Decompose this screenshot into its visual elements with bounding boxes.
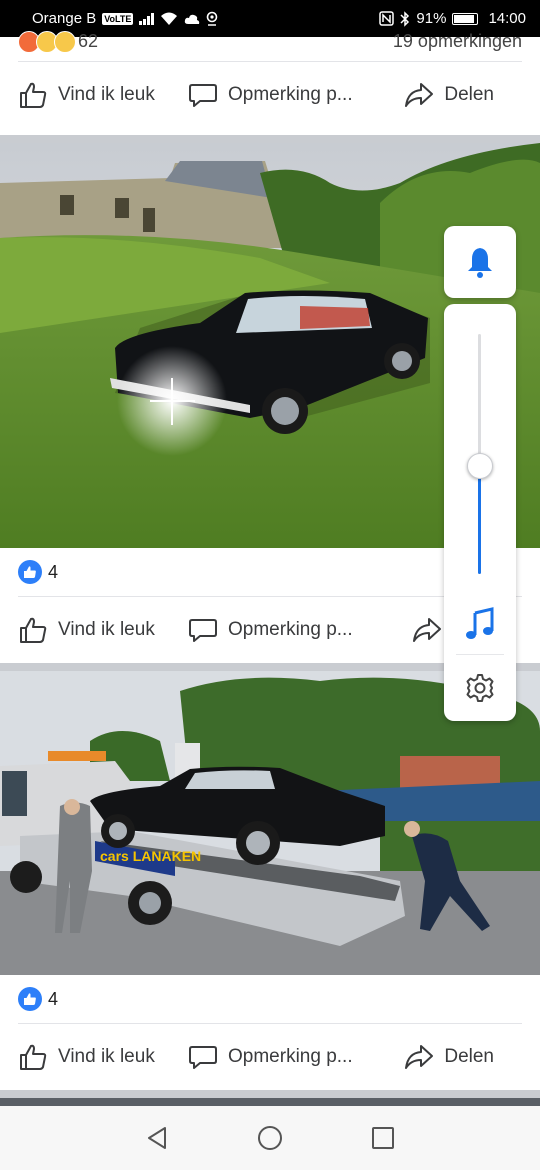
truck-logo-text: cars LANAKEN xyxy=(100,848,201,864)
like-label: Vind ik leuk xyxy=(58,84,155,105)
share-button[interactable]: Delen xyxy=(404,80,494,110)
music-note-icon xyxy=(466,607,494,639)
back-icon[interactable] xyxy=(145,1125,169,1151)
post-card-truck: cars LANAKEN 4 Vind ik leuk Opmerking p.… xyxy=(0,671,540,1090)
volume-settings-button[interactable] xyxy=(444,664,516,712)
location-icon xyxy=(207,11,218,26)
nfc-icon xyxy=(379,11,395,26)
comment-label: Opmerking p... xyxy=(228,619,353,640)
like-button[interactable]: Vind ik leuk xyxy=(18,80,188,110)
comment-button[interactable]: Opmerking p... xyxy=(188,615,388,645)
system-nav-bar xyxy=(0,1106,540,1170)
battery-icon xyxy=(452,12,479,25)
media-volume-button[interactable] xyxy=(444,599,516,649)
volte-badge: VoLTE xyxy=(102,12,134,25)
share-arrow-icon xyxy=(405,83,434,107)
volume-slider-fill xyxy=(478,466,481,574)
comment-label: Opmerking p... xyxy=(228,84,353,105)
home-icon[interactable] xyxy=(257,1125,283,1151)
reaction-count: 62 xyxy=(78,31,99,51)
volume-panel xyxy=(444,304,516,721)
like-count: 4 xyxy=(48,561,59,582)
comment-bubble-icon xyxy=(189,1046,217,1069)
share-button[interactable]: Delen xyxy=(404,1042,494,1072)
like-button[interactable]: Vind ik leuk xyxy=(18,615,188,645)
like-badge-icon xyxy=(18,560,42,584)
bluetooth-icon xyxy=(400,10,410,27)
share-arrow-icon xyxy=(413,618,441,642)
reactions-summary[interactable]: 62 19 opmerkingen xyxy=(0,31,540,53)
share-arrow-icon xyxy=(405,1045,434,1069)
thumbs-up-icon xyxy=(20,82,47,108)
divider xyxy=(456,654,504,655)
gear-icon xyxy=(466,674,494,702)
recents-icon[interactable] xyxy=(371,1126,395,1150)
comment-count-link[interactable]: 19 opmerkingen xyxy=(393,31,522,52)
signal-icon xyxy=(139,12,155,25)
thumbs-up-icon xyxy=(20,1044,47,1070)
sad-emoji-icon xyxy=(54,31,76,53)
comment-label: Opmerking p... xyxy=(228,1046,353,1067)
bell-icon xyxy=(468,248,492,278)
comment-bubble-icon xyxy=(189,84,217,107)
next-post-photo xyxy=(0,1098,540,1106)
likes-summary[interactable]: 4 xyxy=(0,975,540,1023)
cloud-icon xyxy=(185,14,200,24)
like-button[interactable]: Vind ik leuk xyxy=(18,1042,188,1072)
like-count: 4 xyxy=(48,988,59,1009)
share-label: Delen xyxy=(444,84,494,105)
share-button[interactable] xyxy=(412,615,442,645)
like-label: Vind ik leuk xyxy=(58,1046,155,1067)
comment-button[interactable]: Opmerking p... xyxy=(188,80,388,110)
ringer-toggle[interactable] xyxy=(444,226,516,298)
action-bar: Vind ik leuk Opmerking p... Delen xyxy=(0,1024,540,1090)
thumbs-up-icon xyxy=(20,617,47,643)
volume-slider-thumb[interactable] xyxy=(467,453,493,479)
comment-bubble-icon xyxy=(189,619,217,642)
like-label: Vind ik leuk xyxy=(58,619,155,640)
wifi-icon xyxy=(161,12,178,25)
like-badge-icon xyxy=(18,987,42,1011)
carrier-name: Orange B xyxy=(32,10,97,27)
clock: 14:00 xyxy=(488,10,526,27)
action-bar: Vind ik leuk Opmerking p... Delen xyxy=(0,62,540,128)
comment-button[interactable]: Opmerking p... xyxy=(188,1042,388,1072)
share-label: Delen xyxy=(444,1046,494,1067)
battery-percent: 91% xyxy=(416,10,447,27)
post-card-top: 62 19 opmerkingen Vind ik leuk Opmerking… xyxy=(0,31,540,135)
